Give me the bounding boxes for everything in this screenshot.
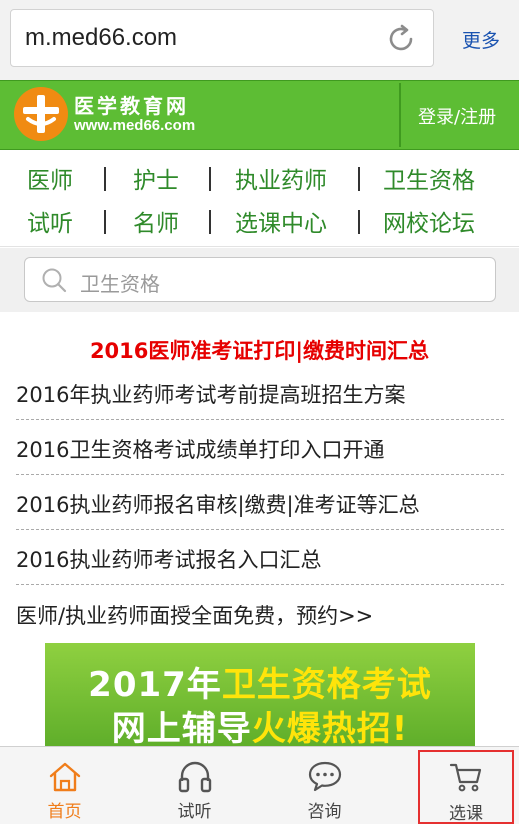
search-placeholder: 卫生资格 <box>80 272 160 296</box>
nav-item-health-qualification[interactable]: 卫生资格 <box>383 161 475 195</box>
nav-divider <box>358 210 360 234</box>
nav-item-forum[interactable]: 网校论坛 <box>383 204 475 238</box>
nav-item-teachers[interactable]: 名师 <box>133 204 179 238</box>
tab-select-course[interactable]: 选课 <box>418 750 514 824</box>
banner-line: 网上辅导火爆热招! <box>45 701 475 747</box>
tab-label: 试听 <box>177 802 212 822</box>
reload-icon[interactable] <box>385 23 417 55</box>
header-divider <box>399 83 401 147</box>
banner-line: 2017年卫生资格考试 <box>45 657 475 706</box>
browser-toolbar: m.med66.com 更多 <box>0 0 519 80</box>
nav-row: 医师 护士 执业药师 卫生资格 <box>0 157 519 197</box>
nav-divider <box>104 167 106 191</box>
more-button[interactable]: 更多 <box>462 26 500 53</box>
headphones-icon <box>178 761 212 793</box>
banner-text: 网上辅导 <box>111 709 252 747</box>
category-nav: 医师 护士 执业药师 卫生资格 试听 名师 选课中心 网校论坛 <box>0 151 519 247</box>
news-item[interactable]: 2016卫生资格考试成绩单打印入口开通 <box>16 420 504 475</box>
login-register-link[interactable]: 登录/注册 <box>418 103 496 129</box>
cart-icon <box>449 763 482 792</box>
url-text[interactable]: m.med66.com <box>25 24 177 52</box>
search-icon <box>42 268 67 293</box>
nav-divider <box>104 210 106 234</box>
news-item[interactable]: 2016执业药师报名审核|缴费|准考证等汇总 <box>16 475 504 530</box>
site-header: 医学教育网 www.med66.com 登录/注册 <box>0 80 519 150</box>
bottom-tab-bar: 首页 试听 咨询 选课 <box>0 746 519 824</box>
news-headline[interactable]: 2016医师准考证打印|缴费时间汇总 <box>0 335 519 365</box>
news-item[interactable]: 2016年执业药师考试考前提高班招生方案 <box>16 365 504 420</box>
search-area: 卫生资格 <box>0 248 519 312</box>
tab-label: 咨询 <box>307 802 342 822</box>
nav-divider <box>209 210 211 234</box>
news-item[interactable]: 2016执业药师考试报名入口汇总 <box>16 530 504 585</box>
banner-text: 卫生资格考试 <box>221 665 432 705</box>
nav-item-nurse[interactable]: 护士 <box>133 161 179 195</box>
banner-text: 火爆热招! <box>251 709 409 747</box>
home-icon <box>49 762 81 792</box>
site-url: www.med66.com <box>74 117 196 134</box>
nav-item-course-center[interactable]: 选课中心 <box>235 204 327 238</box>
search-input[interactable]: 卫生资格 <box>24 257 496 302</box>
site-logo-icon[interactable] <box>14 87 68 141</box>
nav-item-pharmacist[interactable]: 执业药师 <box>235 161 327 195</box>
tab-label: 选课 <box>449 804 483 824</box>
tab-consult[interactable]: 咨询 <box>260 747 389 825</box>
chat-bubble-icon <box>308 761 342 792</box>
nav-divider <box>358 167 360 191</box>
tab-home[interactable]: 首页 <box>0 747 129 825</box>
tab-trial[interactable]: 试听 <box>130 747 259 825</box>
site-name: 医学教育网 <box>74 94 189 118</box>
address-bar[interactable]: m.med66.com <box>10 9 434 67</box>
nav-item-doctor[interactable]: 医师 <box>27 161 73 195</box>
banner-text: 2017年 <box>88 665 222 705</box>
nav-row: 试听 名师 选课中心 网校论坛 <box>0 200 519 240</box>
nav-divider <box>209 167 211 191</box>
promo-link[interactable]: 医师/执业药师面授全面免费，预约>> <box>16 600 373 630</box>
tab-label: 首页 <box>47 802 82 822</box>
nav-item-trial[interactable]: 试听 <box>27 204 73 238</box>
promo-banner[interactable]: 2017年卫生资格考试 网上辅导火爆热招! <box>45 643 475 747</box>
